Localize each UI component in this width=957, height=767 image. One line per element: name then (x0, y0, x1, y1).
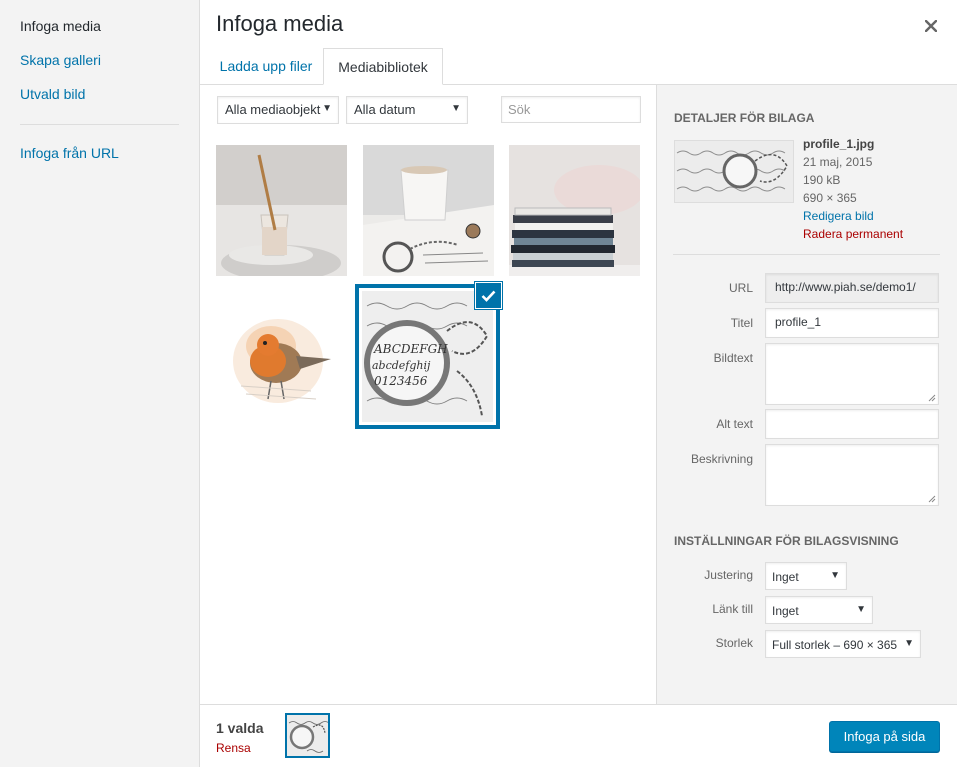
media-type-filter-value: Alla mediaobjekt (225, 102, 321, 117)
link-to-label: Länk till (712, 602, 753, 616)
date-filter[interactable]: Alla datum ▼ (346, 96, 468, 124)
size-select[interactable]: Full storlek – 690 × 365 ▼ (765, 630, 921, 658)
detail-filename: profile_1.jpg (803, 137, 875, 151)
tab-media-library[interactable]: Mediabibliotek (323, 48, 443, 85)
svg-text:ABCDEFGH: ABCDEFGH (373, 342, 448, 356)
svg-text:0123456: 0123456 (374, 374, 428, 388)
magnifier-lettering-image: ABCDEFGH abcdefghij 0123456 (362, 291, 493, 422)
selection-count: 1 valda (216, 720, 264, 736)
milk-glass-image (216, 145, 347, 276)
detail-filesize: 190 kB (803, 173, 841, 187)
chevron-down-icon: ▼ (451, 103, 461, 114)
tab-upload-files[interactable]: Ladda upp filer (210, 48, 322, 85)
coffee-cup-image (363, 145, 494, 276)
detail-dimensions: 690 × 365 (803, 191, 857, 205)
detail-thumbnail-image (675, 141, 793, 202)
attachment-robin-bird[interactable] (216, 291, 347, 422)
caption-label: Bildtext (713, 351, 753, 365)
clear-selection-link[interactable]: Rensa (216, 741, 251, 755)
search-placeholder: Sök (508, 102, 531, 117)
link-to-select-value: Inget (772, 604, 799, 618)
size-label: Storlek (715, 636, 753, 650)
url-field[interactable]: http://www.piah.se/demo1/ (765, 273, 939, 303)
media-menu: Infoga media Skapa galleri Utvald bild I… (0, 0, 200, 767)
menu-item-insert-media[interactable]: Infoga media (20, 18, 101, 34)
alignment-label: Justering (704, 568, 753, 582)
menu-item-create-gallery[interactable]: Skapa galleri (20, 52, 101, 68)
date-filter-value: Alla datum (354, 102, 416, 117)
sidebar-separator (673, 254, 940, 255)
attachment-book-stack[interactable] (509, 145, 640, 276)
alignment-select-value: Inget (772, 570, 799, 584)
checkmark-icon (481, 290, 496, 302)
details-heading: Detaljer för bilaga (674, 111, 815, 125)
book-stack-image (509, 145, 640, 276)
modal-title: Infoga media (216, 11, 344, 36)
edit-image-link[interactable]: Redigera bild (803, 209, 874, 223)
close-button[interactable] (917, 12, 945, 40)
description-textarea[interactable] (765, 444, 939, 506)
svg-text:abcdefghij: abcdefghij (372, 359, 431, 372)
chevron-down-icon: ▼ (830, 570, 840, 581)
menu-separator (20, 124, 179, 125)
search-input[interactable]: Sök (501, 96, 641, 123)
detail-date: 21 maj, 2015 (803, 155, 873, 169)
description-label: Beskrivning (690, 452, 753, 466)
attachment-magnifier-lettering[interactable]: ABCDEFGH abcdefghij 0123456 (362, 291, 493, 422)
resize-handle-icon (928, 495, 936, 503)
attachment-coffee-cup-magnifier[interactable] (363, 145, 494, 276)
resize-handle-icon (928, 394, 936, 402)
close-icon (925, 20, 937, 32)
size-select-value: Full storlek – 690 × 365 (772, 638, 898, 652)
selection-thumbnail-image (287, 715, 328, 756)
alignment-select[interactable]: Inget ▼ (765, 562, 847, 590)
caption-textarea[interactable] (765, 343, 939, 405)
selection-thumbnail[interactable] (285, 713, 330, 758)
delete-permanently-link[interactable]: Radera permanent (803, 227, 903, 241)
attachment-milk-glass-spoon[interactable] (216, 145, 347, 276)
title-field[interactable]: profile_1 (765, 308, 939, 338)
title-label: Titel (730, 316, 753, 330)
menu-item-featured-image[interactable]: Utvald bild (20, 86, 85, 102)
alt-text-label: Alt text (716, 417, 753, 431)
insert-into-page-button[interactable]: Infoga på sida (829, 721, 940, 752)
robin-bird-image (216, 291, 347, 422)
media-type-filter[interactable]: Alla mediaobjekt ▼ (217, 96, 339, 124)
detail-thumbnail (674, 140, 794, 203)
chevron-down-icon: ▼ (322, 103, 332, 114)
alt-text-field[interactable] (765, 409, 939, 439)
chevron-down-icon: ▼ (856, 604, 866, 615)
chevron-down-icon: ▼ (904, 638, 914, 649)
menu-item-insert-from-url[interactable]: Infoga från URL (20, 145, 119, 161)
url-label: URL (728, 281, 753, 295)
link-to-select[interactable]: Inget ▼ (765, 596, 873, 624)
selected-check-button[interactable] (476, 283, 501, 308)
display-settings-heading: Inställningar för bilagsvisning (674, 534, 899, 548)
